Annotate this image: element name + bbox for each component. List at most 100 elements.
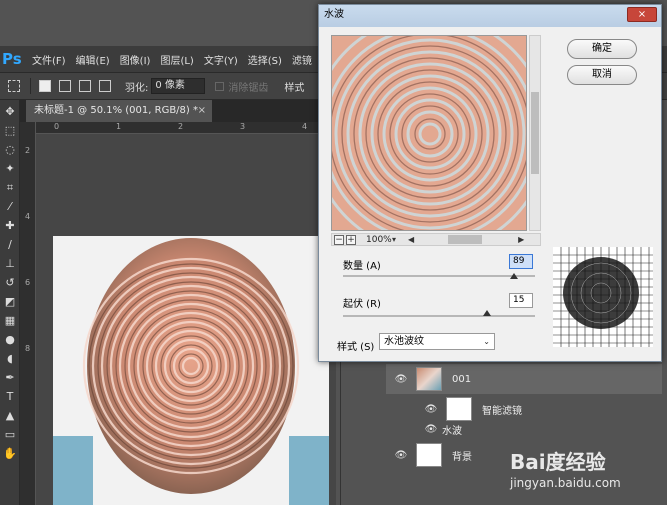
ripple-photo [53, 236, 329, 505]
magic-wand-tool-icon[interactable]: ✦ [3, 162, 17, 176]
layer-name: 智能滤镜 [482, 405, 522, 417]
visibility-eye-icon[interactable]: 👁 [394, 450, 408, 461]
layer-name: 背景 [452, 451, 472, 463]
baidu-watermark: Bai度经验 jingyan.baidu.com [510, 446, 660, 504]
style-label: 样式 [284, 82, 305, 94]
watermark-brand: Bai度经验 [510, 450, 606, 474]
scroll-left-icon[interactable]: ◀ [408, 235, 414, 244]
photoshop-window: Ps 文件(F) 编辑(E) 图像(I) 图层(L) 文字(Y) 选择(S) 滤… [0, 0, 667, 505]
new-selection-icon[interactable] [39, 80, 51, 92]
stamp-tool-icon[interactable]: ⊥ [3, 257, 17, 271]
layer-row[interactable]: 👁 水波 [386, 418, 662, 440]
grid-preview-graphic [553, 247, 653, 347]
menu-select[interactable]: 选择(S) [248, 52, 282, 67]
horizontal-ruler: 0 1 2 3 4 [36, 122, 336, 134]
ok-button[interactable]: 确定 [567, 39, 637, 59]
antialias-label: 消除锯齿 [228, 82, 269, 94]
layer-thumbnail [416, 367, 442, 391]
eraser-tool-icon[interactable]: ◩ [3, 295, 17, 309]
crop-tool-icon[interactable]: ⌗ [3, 181, 17, 195]
ruler-tick: 1 [116, 122, 122, 131]
brush-tool-icon[interactable]: ∕ [3, 238, 17, 252]
amount-slider[interactable] [343, 273, 535, 279]
close-tab-icon[interactable]: × [198, 100, 206, 122]
ruler-tick: 0 [54, 122, 60, 131]
visibility-eye-icon[interactable]: 👁 [394, 374, 408, 385]
path-select-tool-icon[interactable]: ▲ [3, 409, 17, 423]
eyedropper-tool-icon[interactable]: ⁄ [3, 200, 17, 214]
ruler-tick: 6 [25, 278, 31, 287]
menu-type[interactable]: 文字(Y) [204, 52, 238, 67]
dodge-tool-icon[interactable]: ◖ [3, 352, 17, 366]
document-title: 未标题-1 @ 50.1% (001, RGB/8) * [34, 105, 198, 116]
style-select[interactable]: 水池波纹 ⌄ [379, 333, 495, 350]
scroll-thumb[interactable] [531, 92, 539, 174]
canvas-image[interactable] [53, 236, 329, 505]
intersect-selection-icon[interactable] [99, 80, 111, 92]
zoom-in-button[interactable]: + [346, 234, 356, 245]
displacement-grid-preview [553, 247, 653, 347]
feather-input[interactable]: 0 像素 [151, 78, 206, 94]
style-select-value: 水池波纹 [384, 336, 424, 347]
ruler-tick: 2 [25, 146, 31, 155]
menu-layer[interactable]: 图层(L) [160, 52, 193, 67]
cancel-button[interactable]: 取消 [567, 65, 637, 85]
preview-image [332, 36, 526, 230]
ridges-slider-knob[interactable] [483, 310, 491, 316]
shape-tool-icon[interactable]: ▭ [3, 428, 17, 442]
ridges-label: 起伏 (R) [343, 299, 381, 310]
scroll-right-icon[interactable]: ▶ [518, 235, 524, 244]
layer-name: 001 [452, 373, 472, 385]
ridges-slider[interactable] [343, 310, 535, 317]
visibility-eye-icon[interactable]: 👁 [424, 424, 438, 435]
ruler-tick: 3 [240, 122, 246, 131]
gradient-tool-icon[interactable]: ▦ [3, 314, 17, 328]
antialias-checkbox[interactable] [215, 81, 225, 91]
panel-gap [340, 360, 386, 505]
document-tabbar: 未标题-1 @ 50.1% (001, RGB/8) * × [20, 100, 340, 122]
blur-tool-icon[interactable]: ● [3, 333, 17, 347]
menu-image[interactable]: 图像(I) [120, 52, 151, 67]
layer-row[interactable]: 👁 001 [386, 364, 662, 394]
dialog-titlebar[interactable]: 水波 × [319, 5, 661, 27]
tools-panel: ✥ ⬚ ◌ ✦ ⌗ ⁄ ✚ ∕ ⊥ ↺ ◩ ▦ ● ◖ ✒ T ▲ ▭ ✋ [0, 100, 20, 505]
layer-thumbnail [416, 443, 442, 467]
marquee-tool-icon[interactable]: ⬚ [3, 124, 17, 138]
ruler-tick: 4 [302, 122, 308, 131]
close-dialog-icon[interactable]: × [627, 7, 657, 22]
filter-preview[interactable] [331, 35, 527, 231]
visibility-eye-icon[interactable]: 👁 [424, 404, 438, 415]
pen-tool-icon[interactable]: ✒ [3, 371, 17, 385]
menu-file[interactable]: 文件(F) [32, 52, 66, 67]
amount-slider-knob[interactable] [509, 273, 518, 279]
zoom-dropdown-icon[interactable]: ▾ [392, 235, 404, 244]
amount-input[interactable]: 89 [509, 254, 533, 269]
preview-vertical-scrollbar[interactable] [529, 35, 541, 231]
marquee-tool-icon[interactable] [8, 80, 20, 92]
horizontal-scroll-thumb[interactable] [448, 235, 483, 244]
add-selection-icon[interactable] [59, 80, 71, 92]
menu-filter[interactable]: 滤镜 [292, 52, 312, 67]
watermark-url: jingyan.baidu.com [510, 476, 621, 490]
history-brush-tool-icon[interactable]: ↺ [3, 276, 17, 290]
hand-tool-icon[interactable]: ✋ [3, 447, 17, 461]
zoom-out-button[interactable]: − [334, 234, 344, 245]
ripple-filter-dialog: 水波 × − + 100% ▾ ◀ ▶ 确定 取消 数量 (A) 89 起伏 (… [318, 4, 662, 362]
ruler-tick: 2 [178, 122, 184, 131]
type-tool-icon[interactable]: T [3, 390, 17, 404]
subtract-selection-icon[interactable] [79, 80, 91, 92]
preview-zoom-bar: − + 100% ▾ ◀ ▶ [331, 233, 541, 246]
document-tab[interactable]: 未标题-1 @ 50.1% (001, RGB/8) * × [26, 100, 212, 122]
amount-label: 数量 (A) [343, 261, 381, 272]
healing-tool-icon[interactable]: ✚ [3, 219, 17, 233]
menu-edit[interactable]: 编辑(E) [76, 52, 110, 67]
vertical-ruler: 2 4 6 8 [20, 122, 36, 505]
zoom-level: 100% [366, 234, 392, 245]
ridges-input[interactable]: 15 [509, 293, 533, 308]
feather-label: 羽化: [125, 82, 149, 94]
layer-name: 水波 [442, 425, 462, 437]
lasso-tool-icon[interactable]: ◌ [3, 143, 17, 157]
move-tool-icon[interactable]: ✥ [3, 105, 17, 119]
divider [30, 78, 31, 94]
ruler-tick: 4 [25, 212, 31, 221]
